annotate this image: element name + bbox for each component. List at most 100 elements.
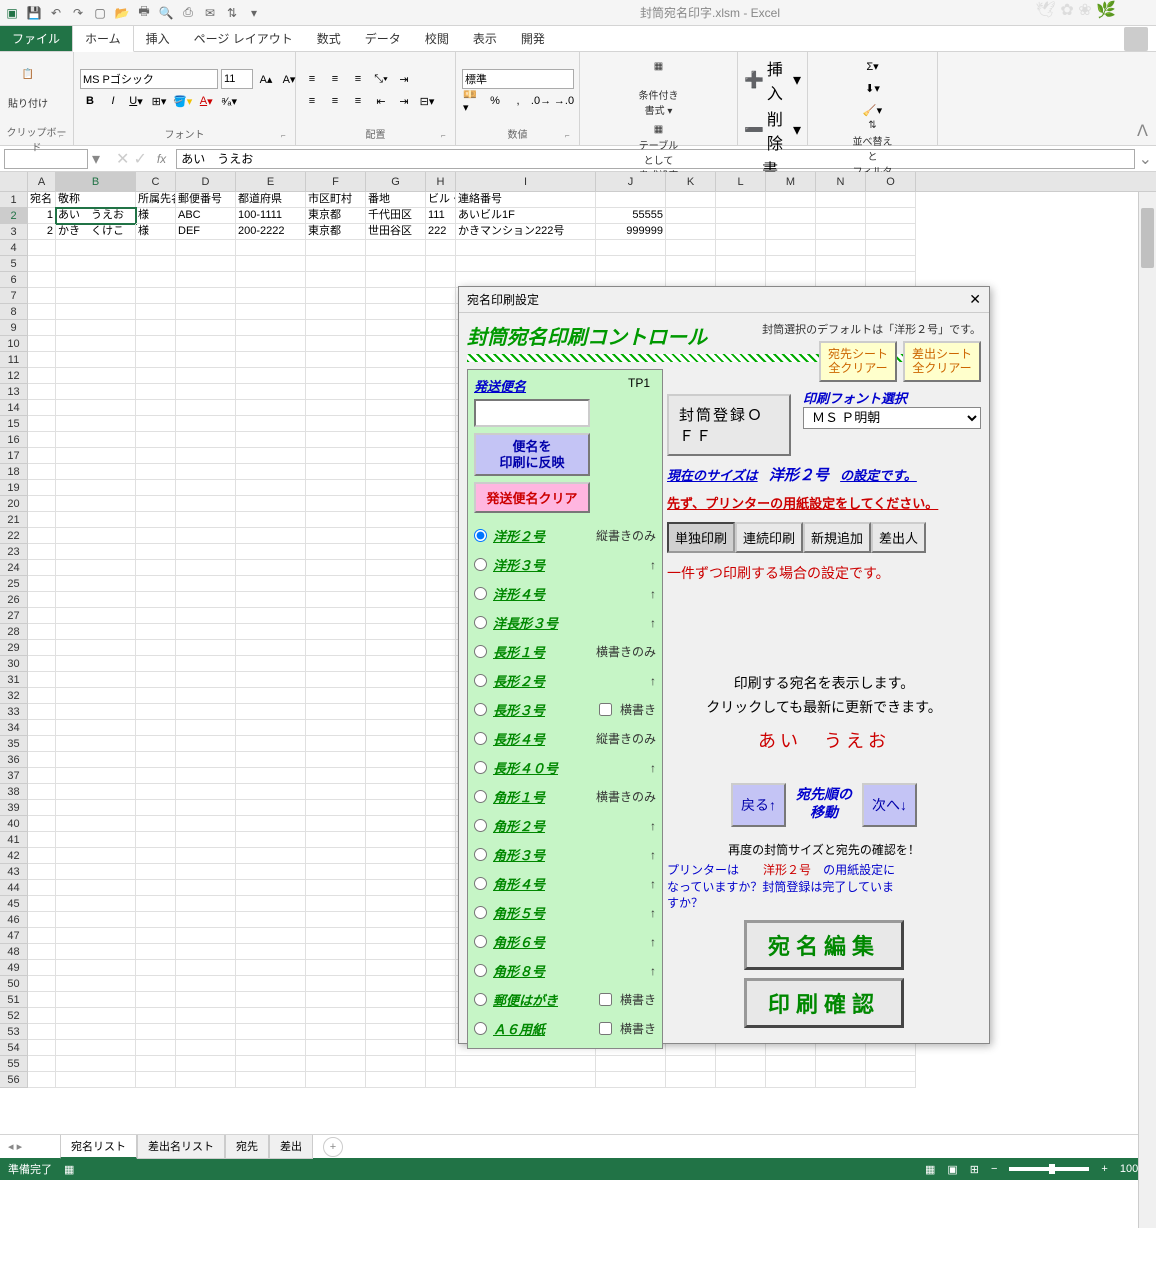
cell[interactable] bbox=[28, 816, 56, 832]
row-header[interactable]: 47 bbox=[0, 928, 28, 944]
cell[interactable] bbox=[426, 352, 456, 368]
mode-tab[interactable]: 連続印刷 bbox=[735, 522, 803, 553]
cell[interactable] bbox=[28, 560, 56, 576]
row-header[interactable]: 30 bbox=[0, 656, 28, 672]
row-header[interactable]: 29 bbox=[0, 640, 28, 656]
cell[interactable] bbox=[136, 784, 176, 800]
cell[interactable] bbox=[816, 1072, 866, 1088]
cell[interactable] bbox=[866, 1072, 916, 1088]
cell[interactable] bbox=[426, 848, 456, 864]
tab-file[interactable]: ファイル bbox=[0, 26, 72, 51]
cell[interactable] bbox=[28, 624, 56, 640]
row-header[interactable]: 21 bbox=[0, 512, 28, 528]
cell[interactable] bbox=[56, 784, 136, 800]
delete-cells-button[interactable]: ➖削除▾ bbox=[744, 106, 801, 154]
col-header[interactable]: I bbox=[456, 172, 596, 191]
cell[interactable] bbox=[136, 352, 176, 368]
cell[interactable] bbox=[426, 576, 456, 592]
cell[interactable] bbox=[716, 224, 766, 240]
border-button[interactable]: ⊞▾ bbox=[149, 91, 169, 111]
cell[interactable] bbox=[56, 864, 136, 880]
undo-icon[interactable]: ↶ bbox=[48, 5, 64, 21]
cell[interactable] bbox=[426, 752, 456, 768]
cell[interactable] bbox=[426, 720, 456, 736]
col-header[interactable]: N bbox=[816, 172, 866, 191]
cell[interactable] bbox=[426, 768, 456, 784]
cell[interactable] bbox=[56, 384, 136, 400]
cell[interactable] bbox=[456, 240, 596, 256]
cell[interactable] bbox=[306, 416, 366, 432]
col-header[interactable]: D bbox=[176, 172, 236, 191]
cell[interactable] bbox=[56, 288, 136, 304]
cell[interactable] bbox=[176, 1008, 236, 1024]
cell[interactable] bbox=[28, 512, 56, 528]
envelope-size-radio[interactable]: 郵便はがき横書き bbox=[474, 985, 656, 1014]
cell[interactable] bbox=[426, 384, 456, 400]
cell[interactable] bbox=[306, 368, 366, 384]
envelope-size-radio[interactable]: 角形２号↑ bbox=[474, 811, 656, 840]
cell[interactable] bbox=[136, 512, 176, 528]
mail-icon[interactable]: ✉ bbox=[202, 5, 218, 21]
cell[interactable] bbox=[56, 912, 136, 928]
cell[interactable] bbox=[306, 272, 366, 288]
cell[interactable] bbox=[176, 1024, 236, 1040]
cell[interactable] bbox=[28, 912, 56, 928]
cell[interactable] bbox=[136, 912, 176, 928]
cell[interactable] bbox=[236, 848, 306, 864]
cell[interactable] bbox=[306, 336, 366, 352]
cell[interactable] bbox=[766, 1056, 816, 1072]
cell[interactable] bbox=[28, 672, 56, 688]
cell[interactable]: あいビル1F bbox=[456, 208, 596, 224]
cell[interactable] bbox=[366, 464, 426, 480]
cell[interactable] bbox=[306, 896, 366, 912]
cell[interactable] bbox=[136, 320, 176, 336]
cell[interactable] bbox=[236, 512, 306, 528]
cell[interactable] bbox=[666, 208, 716, 224]
cell[interactable] bbox=[306, 816, 366, 832]
cell[interactable] bbox=[56, 496, 136, 512]
cell[interactable] bbox=[28, 320, 56, 336]
cell[interactable] bbox=[366, 896, 426, 912]
cell[interactable] bbox=[366, 384, 426, 400]
cell[interactable] bbox=[28, 384, 56, 400]
cell[interactable] bbox=[56, 560, 136, 576]
cell[interactable] bbox=[366, 928, 426, 944]
sheet-tab[interactable]: 宛名リスト bbox=[60, 1135, 137, 1159]
cell[interactable] bbox=[56, 976, 136, 992]
cell[interactable] bbox=[426, 672, 456, 688]
cell[interactable] bbox=[306, 960, 366, 976]
cell[interactable] bbox=[306, 352, 366, 368]
cell[interactable] bbox=[866, 240, 916, 256]
cell[interactable] bbox=[366, 288, 426, 304]
cell[interactable] bbox=[306, 752, 366, 768]
cell[interactable] bbox=[28, 880, 56, 896]
cell[interactable] bbox=[56, 896, 136, 912]
cell[interactable] bbox=[306, 624, 366, 640]
cell[interactable] bbox=[56, 336, 136, 352]
cell[interactable] bbox=[426, 1040, 456, 1056]
cell[interactable] bbox=[136, 576, 176, 592]
cell[interactable] bbox=[176, 736, 236, 752]
cell[interactable] bbox=[426, 688, 456, 704]
cell[interactable] bbox=[136, 432, 176, 448]
cell[interactable] bbox=[56, 480, 136, 496]
cell[interactable] bbox=[136, 304, 176, 320]
cell[interactable] bbox=[176, 592, 236, 608]
cell[interactable] bbox=[366, 784, 426, 800]
row-header[interactable]: 9 bbox=[0, 320, 28, 336]
cell[interactable] bbox=[306, 528, 366, 544]
cell[interactable] bbox=[816, 1056, 866, 1072]
cell[interactable] bbox=[136, 848, 176, 864]
row-header[interactable]: 22 bbox=[0, 528, 28, 544]
reflect-button[interactable]: 便名を 印刷に反映 bbox=[474, 433, 590, 476]
cell[interactable] bbox=[136, 1056, 176, 1072]
cell[interactable] bbox=[28, 1040, 56, 1056]
cell[interactable] bbox=[716, 240, 766, 256]
cell[interactable] bbox=[306, 928, 366, 944]
cell[interactable] bbox=[426, 640, 456, 656]
cell[interactable] bbox=[426, 560, 456, 576]
cell[interactable] bbox=[236, 992, 306, 1008]
cell[interactable] bbox=[236, 384, 306, 400]
envelope-size-radio[interactable]: 長形２号↑ bbox=[474, 666, 656, 695]
cell[interactable] bbox=[236, 912, 306, 928]
